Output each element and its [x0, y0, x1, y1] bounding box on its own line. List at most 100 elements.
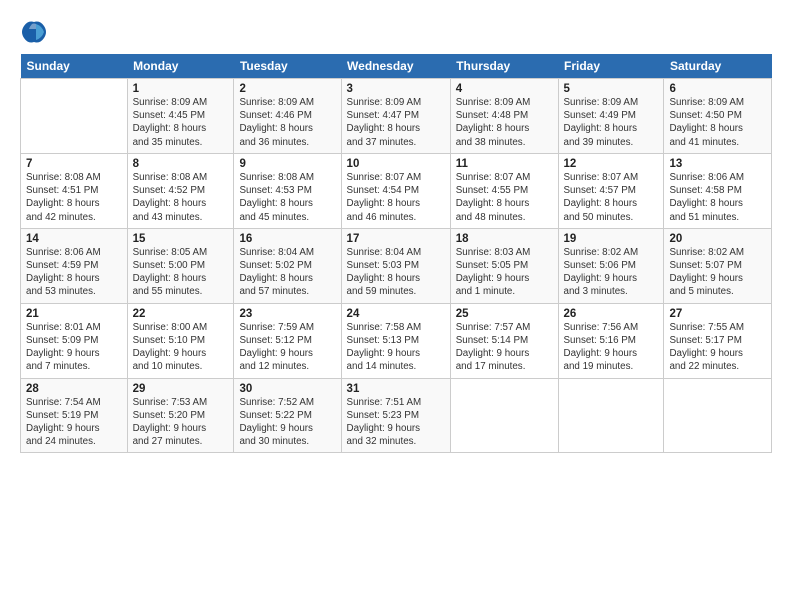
day-info: Sunrise: 8:08 AMSunset: 4:53 PMDaylight:… [239, 171, 335, 224]
day-cell: 14Sunrise: 8:06 AMSunset: 4:59 PMDayligh… [21, 228, 128, 303]
day-cell: 21Sunrise: 8:01 AMSunset: 5:09 PMDayligh… [21, 303, 128, 378]
col-header-saturday: Saturday [664, 54, 772, 79]
day-info: Sunrise: 7:52 AMSunset: 5:22 PMDaylight:… [239, 396, 335, 449]
header [20, 18, 772, 46]
logo [20, 18, 52, 46]
day-cell: 22Sunrise: 8:00 AMSunset: 5:10 PMDayligh… [127, 303, 234, 378]
day-number: 14 [26, 233, 122, 245]
day-info: Sunrise: 8:03 AMSunset: 5:05 PMDaylight:… [456, 246, 553, 299]
day-number: 9 [239, 158, 335, 170]
day-number: 23 [239, 308, 335, 320]
day-number: 7 [26, 158, 122, 170]
week-row-0: 1Sunrise: 8:09 AMSunset: 4:45 PMDaylight… [21, 79, 772, 154]
day-cell: 28Sunrise: 7:54 AMSunset: 5:19 PMDayligh… [21, 378, 128, 453]
day-info: Sunrise: 8:08 AMSunset: 4:52 PMDaylight:… [133, 171, 229, 224]
day-cell: 13Sunrise: 8:06 AMSunset: 4:58 PMDayligh… [664, 153, 772, 228]
day-info: Sunrise: 8:09 AMSunset: 4:50 PMDaylight:… [669, 96, 766, 149]
day-info: Sunrise: 8:04 AMSunset: 5:02 PMDaylight:… [239, 246, 335, 299]
day-cell: 20Sunrise: 8:02 AMSunset: 5:07 PMDayligh… [664, 228, 772, 303]
day-number: 30 [239, 383, 335, 395]
day-cell: 6Sunrise: 8:09 AMSunset: 4:50 PMDaylight… [664, 79, 772, 154]
day-info: Sunrise: 8:09 AMSunset: 4:48 PMDaylight:… [456, 96, 553, 149]
day-info: Sunrise: 7:51 AMSunset: 5:23 PMDaylight:… [347, 396, 445, 449]
day-info: Sunrise: 7:53 AMSunset: 5:20 PMDaylight:… [133, 396, 229, 449]
day-cell: 25Sunrise: 7:57 AMSunset: 5:14 PMDayligh… [450, 303, 558, 378]
day-info: Sunrise: 8:04 AMSunset: 5:03 PMDaylight:… [347, 246, 445, 299]
day-cell: 19Sunrise: 8:02 AMSunset: 5:06 PMDayligh… [558, 228, 664, 303]
day-cell [664, 378, 772, 453]
day-cell: 31Sunrise: 7:51 AMSunset: 5:23 PMDayligh… [341, 378, 450, 453]
day-number: 15 [133, 233, 229, 245]
day-info: Sunrise: 7:59 AMSunset: 5:12 PMDaylight:… [239, 321, 335, 374]
day-number: 24 [347, 308, 445, 320]
day-number: 4 [456, 83, 553, 95]
day-cell: 3Sunrise: 8:09 AMSunset: 4:47 PMDaylight… [341, 79, 450, 154]
day-cell: 10Sunrise: 8:07 AMSunset: 4:54 PMDayligh… [341, 153, 450, 228]
day-cell: 18Sunrise: 8:03 AMSunset: 5:05 PMDayligh… [450, 228, 558, 303]
day-number: 18 [456, 233, 553, 245]
week-row-1: 7Sunrise: 8:08 AMSunset: 4:51 PMDaylight… [21, 153, 772, 228]
col-header-thursday: Thursday [450, 54, 558, 79]
day-cell: 7Sunrise: 8:08 AMSunset: 4:51 PMDaylight… [21, 153, 128, 228]
day-cell: 30Sunrise: 7:52 AMSunset: 5:22 PMDayligh… [234, 378, 341, 453]
week-row-2: 14Sunrise: 8:06 AMSunset: 4:59 PMDayligh… [21, 228, 772, 303]
day-info: Sunrise: 7:54 AMSunset: 5:19 PMDaylight:… [26, 396, 122, 449]
calendar-table: SundayMondayTuesdayWednesdayThursdayFrid… [20, 54, 772, 453]
day-number: 6 [669, 83, 766, 95]
day-info: Sunrise: 8:07 AMSunset: 4:55 PMDaylight:… [456, 171, 553, 224]
day-cell [21, 79, 128, 154]
day-cell: 17Sunrise: 8:04 AMSunset: 5:03 PMDayligh… [341, 228, 450, 303]
day-cell: 12Sunrise: 8:07 AMSunset: 4:57 PMDayligh… [558, 153, 664, 228]
day-info: Sunrise: 8:08 AMSunset: 4:51 PMDaylight:… [26, 171, 122, 224]
day-cell: 4Sunrise: 8:09 AMSunset: 4:48 PMDaylight… [450, 79, 558, 154]
col-header-friday: Friday [558, 54, 664, 79]
day-number: 27 [669, 308, 766, 320]
day-info: Sunrise: 8:06 AMSunset: 4:58 PMDaylight:… [669, 171, 766, 224]
day-number: 29 [133, 383, 229, 395]
day-number: 21 [26, 308, 122, 320]
day-number: 13 [669, 158, 766, 170]
day-info: Sunrise: 8:09 AMSunset: 4:49 PMDaylight:… [564, 96, 659, 149]
week-row-4: 28Sunrise: 7:54 AMSunset: 5:19 PMDayligh… [21, 378, 772, 453]
day-info: Sunrise: 7:58 AMSunset: 5:13 PMDaylight:… [347, 321, 445, 374]
day-number: 17 [347, 233, 445, 245]
day-info: Sunrise: 8:07 AMSunset: 4:57 PMDaylight:… [564, 171, 659, 224]
day-number: 1 [133, 83, 229, 95]
day-cell: 26Sunrise: 7:56 AMSunset: 5:16 PMDayligh… [558, 303, 664, 378]
day-info: Sunrise: 8:01 AMSunset: 5:09 PMDaylight:… [26, 321, 122, 374]
day-info: Sunrise: 7:55 AMSunset: 5:17 PMDaylight:… [669, 321, 766, 374]
col-header-tuesday: Tuesday [234, 54, 341, 79]
day-cell: 29Sunrise: 7:53 AMSunset: 5:20 PMDayligh… [127, 378, 234, 453]
day-info: Sunrise: 8:09 AMSunset: 4:46 PMDaylight:… [239, 96, 335, 149]
day-info: Sunrise: 8:06 AMSunset: 4:59 PMDaylight:… [26, 246, 122, 299]
day-number: 28 [26, 383, 122, 395]
day-number: 11 [456, 158, 553, 170]
week-row-3: 21Sunrise: 8:01 AMSunset: 5:09 PMDayligh… [21, 303, 772, 378]
day-number: 16 [239, 233, 335, 245]
day-number: 26 [564, 308, 659, 320]
day-cell: 23Sunrise: 7:59 AMSunset: 5:12 PMDayligh… [234, 303, 341, 378]
day-info: Sunrise: 8:00 AMSunset: 5:10 PMDaylight:… [133, 321, 229, 374]
day-number: 22 [133, 308, 229, 320]
day-info: Sunrise: 7:56 AMSunset: 5:16 PMDaylight:… [564, 321, 659, 374]
day-cell [558, 378, 664, 453]
day-cell: 16Sunrise: 8:04 AMSunset: 5:02 PMDayligh… [234, 228, 341, 303]
day-cell: 5Sunrise: 8:09 AMSunset: 4:49 PMDaylight… [558, 79, 664, 154]
page: SundayMondayTuesdayWednesdayThursdayFrid… [0, 0, 792, 612]
day-cell: 2Sunrise: 8:09 AMSunset: 4:46 PMDaylight… [234, 79, 341, 154]
day-info: Sunrise: 8:09 AMSunset: 4:45 PMDaylight:… [133, 96, 229, 149]
day-cell: 27Sunrise: 7:55 AMSunset: 5:17 PMDayligh… [664, 303, 772, 378]
day-number: 5 [564, 83, 659, 95]
day-number: 10 [347, 158, 445, 170]
day-info: Sunrise: 8:02 AMSunset: 5:06 PMDaylight:… [564, 246, 659, 299]
col-header-sunday: Sunday [21, 54, 128, 79]
day-cell: 11Sunrise: 8:07 AMSunset: 4:55 PMDayligh… [450, 153, 558, 228]
col-header-wednesday: Wednesday [341, 54, 450, 79]
day-info: Sunrise: 8:05 AMSunset: 5:00 PMDaylight:… [133, 246, 229, 299]
day-cell: 15Sunrise: 8:05 AMSunset: 5:00 PMDayligh… [127, 228, 234, 303]
day-number: 12 [564, 158, 659, 170]
day-info: Sunrise: 7:57 AMSunset: 5:14 PMDaylight:… [456, 321, 553, 374]
day-cell: 8Sunrise: 8:08 AMSunset: 4:52 PMDaylight… [127, 153, 234, 228]
logo-icon [20, 18, 48, 46]
day-number: 2 [239, 83, 335, 95]
